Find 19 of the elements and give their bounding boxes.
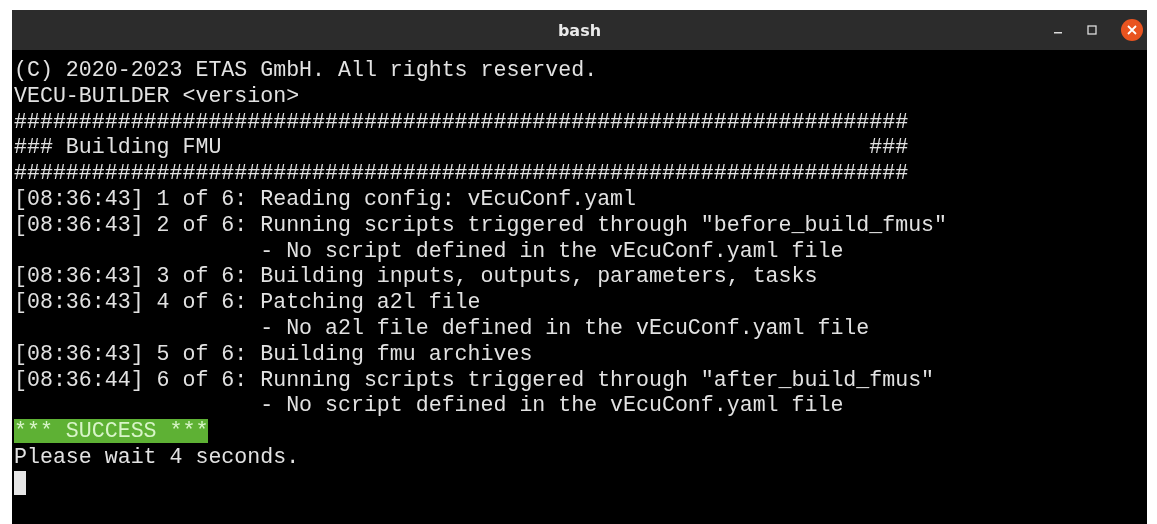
terminal-line: [08:36:43] 1 of 6: Reading config: vEcuConf.yaml	[14, 187, 636, 211]
terminal-line: [08:36:44] 6 of 6: Running scripts triggered through "after_build_fmus"	[14, 367, 935, 392]
terminal-line: [08:36:43] 5 of 6: Building fmu archives	[14, 341, 533, 366]
terminal-line: - No script defined in the vEcuConf.yaml file	[259, 393, 844, 418]
terminal-line: Please wait 4 seconds.	[14, 444, 300, 469]
terminal-line: [08:36:43] 2 of 6: Running scripts triggered through "before_build_fmus"	[14, 212, 947, 237]
terminal-line: (C) 2020-2023 ETAS GmbH. All rights reserved.	[14, 58, 598, 82]
success-banner: *** SUCCESS ***	[14, 419, 209, 444]
window-title: bash	[557, 20, 602, 40]
terminal-line: #####################################################################	[14, 161, 909, 186]
terminal-line: ### Building FMU ###	[14, 135, 909, 160]
terminal-line: [08:36:43] 4 of 6: Patching a2l file	[14, 290, 481, 315]
maximize-icon[interactable]	[1087, 25, 1097, 35]
terminal-line: - No a2l file defined in the vEcuConf.yaml file	[259, 315, 870, 340]
terminal-line: - No script defined in the vEcuConf.yaml file	[259, 238, 844, 263]
terminal-line: #####################################################################	[14, 109, 909, 134]
terminal-line: [08:36:43] 3 of 6: Building inputs, outputs, parameters, tasks	[14, 264, 818, 289]
close-icon[interactable]	[1121, 19, 1143, 41]
terminal-line: VECU-BUILDER <version>	[14, 83, 300, 108]
